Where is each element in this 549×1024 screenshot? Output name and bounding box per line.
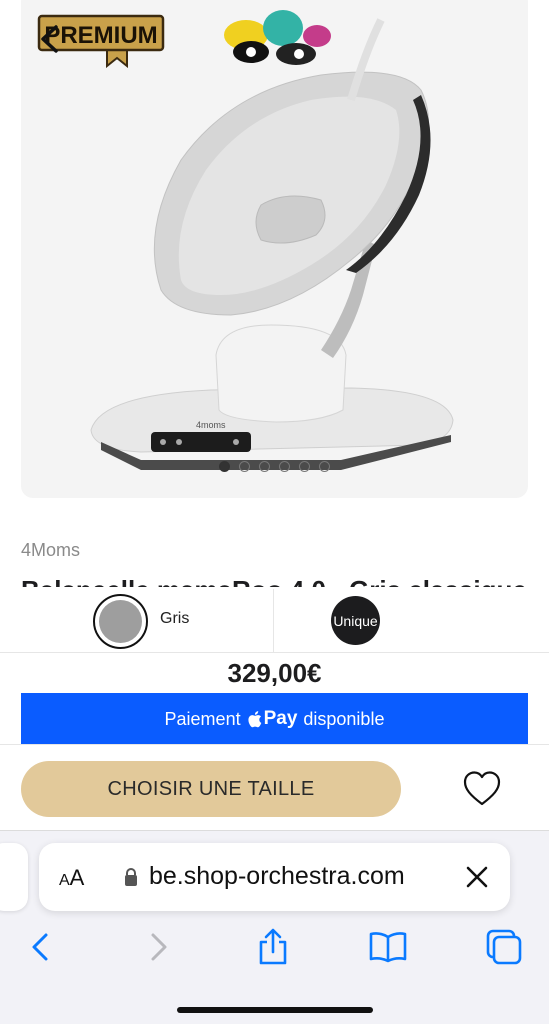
- variant-selector: Gris Unique: [0, 587, 549, 653]
- bookmarks-icon: [369, 932, 407, 963]
- color-option-gris[interactable]: [93, 594, 148, 649]
- choose-size-button[interactable]: CHOISIR UNE TAILLE: [21, 761, 401, 817]
- back-button[interactable]: [18, 925, 62, 969]
- bookmarks-button[interactable]: [366, 925, 410, 969]
- product-image-card[interactable]: 4moms: [21, 0, 528, 498]
- tabs-button[interactable]: [482, 925, 526, 969]
- apple-icon: [248, 711, 261, 728]
- close-icon[interactable]: [465, 865, 489, 889]
- lock-icon: [125, 868, 137, 886]
- divider: [273, 589, 274, 653]
- applepay-pay: Pay: [263, 708, 298, 729]
- carousel-dot[interactable]: [259, 461, 270, 472]
- forward-icon: [151, 933, 167, 961]
- home-indicator: [177, 1007, 373, 1013]
- back-icon: [32, 933, 48, 961]
- purchase-panel: Gris Unique 329,00€ Paiement Pay disponi…: [0, 587, 549, 830]
- browser-chrome: AA be.shop-orchestra.com: [0, 830, 549, 1024]
- aa-big: A: [69, 865, 85, 890]
- carousel-dot[interactable]: [319, 461, 330, 472]
- product-image: 4moms: [90, 10, 454, 470]
- carousel-dots[interactable]: [21, 461, 528, 472]
- previous-tab-preview[interactable]: [0, 843, 28, 911]
- forward-button[interactable]: [137, 925, 181, 969]
- applepay-banner: Paiement Pay disponible: [21, 693, 528, 745]
- tabs-icon: [486, 929, 522, 965]
- premium-badge-text: PREMIUM: [44, 22, 157, 49]
- applepay-suffix: disponible: [303, 708, 385, 729]
- aa-small: A: [59, 872, 70, 889]
- color-swatch: [99, 600, 142, 643]
- product-title: Balancelle mamaRoo 4.0 - Gris classique: [21, 575, 531, 587]
- back-arrow-icon[interactable]: [38, 24, 60, 54]
- applepay-prefix: Paiement: [164, 708, 241, 729]
- address-bar[interactable]: AA be.shop-orchestra.com: [39, 843, 510, 911]
- reader-settings-button[interactable]: AA: [59, 865, 84, 891]
- svg-text:4moms: 4moms: [196, 420, 226, 430]
- apple-pay-logo: Pay: [247, 708, 298, 730]
- carousel-dot[interactable]: [219, 461, 230, 472]
- carousel-dot[interactable]: [239, 461, 250, 472]
- share-button[interactable]: [251, 925, 295, 969]
- product-price: 329,00€: [227, 658, 322, 688]
- carousel-dot[interactable]: [279, 461, 290, 472]
- heart-icon[interactable]: [462, 769, 502, 809]
- product-page: 4moms PREMIUM 4Moms Gris Unique 329,00€ …: [0, 0, 549, 1024]
- carousel-dot[interactable]: [299, 461, 310, 472]
- color-label: Gris: [160, 610, 190, 627]
- product-brand[interactable]: 4Moms: [21, 540, 80, 561]
- size-option-unique[interactable]: Unique: [331, 596, 380, 645]
- share-icon: [259, 928, 287, 965]
- cta-row: CHOISIR UNE TAILLE: [0, 744, 549, 830]
- product-title-clip: Balancelle mamaRoo 4.0 - Gris classique: [21, 575, 531, 587]
- url-text[interactable]: be.shop-orchestra.com: [149, 862, 405, 891]
